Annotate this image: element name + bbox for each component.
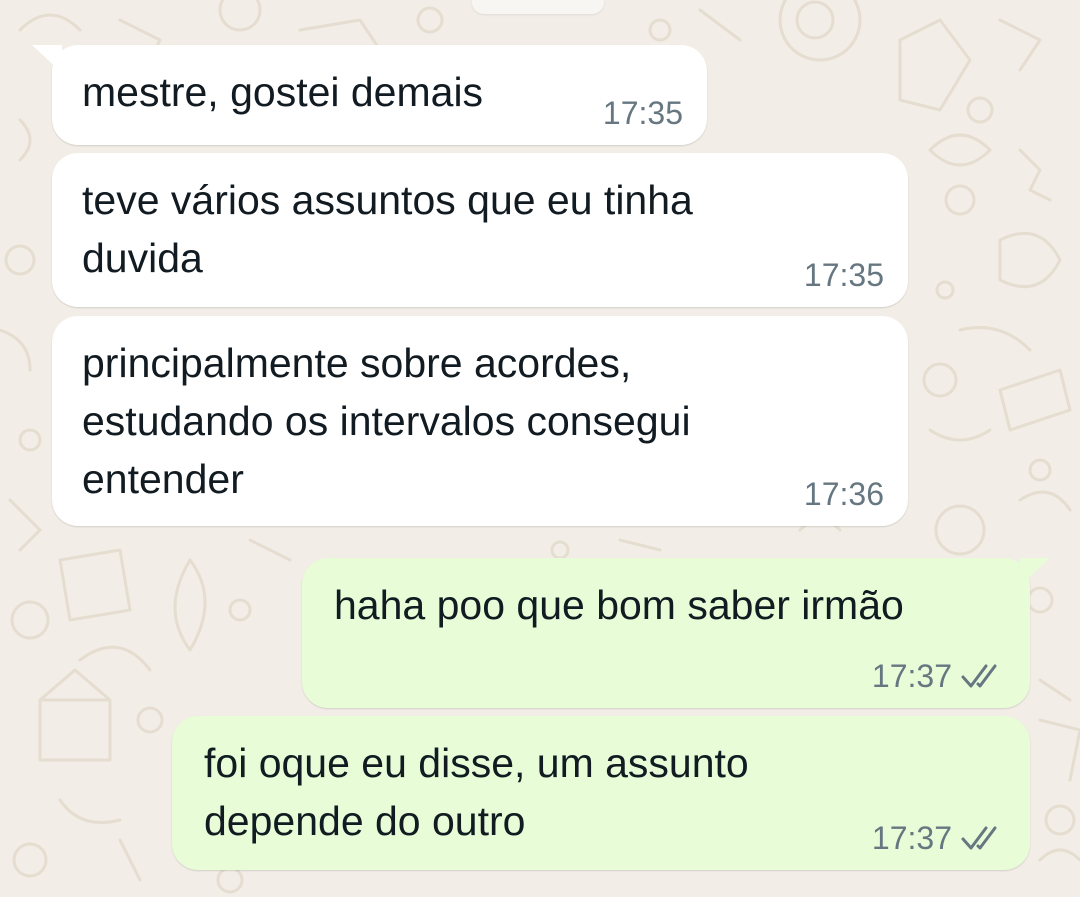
message-bubble-outgoing[interactable]: haha poo que bom saber irmão 17:37 xyxy=(302,558,1050,708)
double-check-icon xyxy=(961,664,997,688)
message-time: 17:36 xyxy=(803,476,884,512)
message-meta: 17:37 xyxy=(872,658,1006,694)
message-time: 17:37 xyxy=(871,820,952,856)
message-time: 17:35 xyxy=(803,257,884,293)
message-bubble-incoming[interactable]: principalmente sobre acordes, estudando … xyxy=(52,316,908,526)
message-text: teve vários assuntos que eu tinha duvida xyxy=(82,177,693,281)
message-meta: 17:35 xyxy=(804,257,884,293)
bubble-tail-icon xyxy=(32,45,62,73)
message-text: principalmente sobre acordes, estudando … xyxy=(82,340,691,502)
message-bubble-outgoing[interactable]: foi oque eu disse, um assunto depende do… xyxy=(172,716,1030,870)
message-text: haha poo que bom saber irmão xyxy=(334,582,904,628)
bubble-tail-icon xyxy=(1020,558,1050,586)
message-bubble-incoming[interactable]: teve vários assuntos que eu tinha duvida… xyxy=(52,153,908,307)
message-meta: 17:37 xyxy=(872,820,1006,856)
top-date-pill xyxy=(472,0,604,14)
double-check-icon xyxy=(961,826,997,850)
message-meta: 17:36 xyxy=(804,476,884,512)
message-time: 17:35 xyxy=(602,95,683,131)
message-bubble-incoming[interactable]: mestre, gostei demais 17:35 xyxy=(32,45,707,145)
message-text: mestre, gostei demais xyxy=(82,69,484,115)
message-meta: 17:35 xyxy=(603,95,683,131)
message-time: 17:37 xyxy=(871,658,952,694)
message-text: foi oque eu disse, um assunto depende do… xyxy=(204,740,749,844)
